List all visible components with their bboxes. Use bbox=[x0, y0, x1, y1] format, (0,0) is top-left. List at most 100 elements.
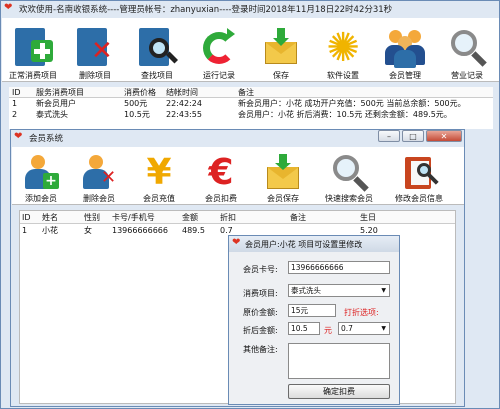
discount-select-value: 0.7 bbox=[341, 324, 353, 333]
add-icon bbox=[11, 26, 55, 70]
col-amount-header: 金额 bbox=[182, 212, 198, 222]
member-window-controls: – □ ✕ bbox=[378, 130, 462, 142]
toolbar-member-save-button[interactable]: 会员保存 bbox=[252, 147, 314, 204]
toolbar-save-button[interactable]: 保存 bbox=[250, 18, 312, 81]
save-mail-icon bbox=[263, 153, 303, 193]
cell-discount: 0.7 bbox=[220, 226, 233, 235]
discounted-amount-field[interactable]: 10.5 bbox=[288, 322, 320, 335]
deduct-dialog: ❤ 会员用户:小花 项目可设置里修改 会员卡号: 13966666666 消费项… bbox=[228, 235, 400, 405]
main-title: 欢欢使用-名南收银系统----管理员帐号：zhanyuxian----登录时间2… bbox=[19, 5, 393, 15]
notes-textarea[interactable] bbox=[288, 343, 390, 379]
table-header: ID 姓名 性别 卡号/手机号 金额 折扣 备注 生日 bbox=[20, 211, 455, 224]
notes-label: 其他备注: bbox=[243, 345, 278, 354]
toolbar-label: 快速搜索会员 bbox=[325, 194, 373, 203]
col-time-header: 结帐时间 bbox=[166, 87, 198, 97]
toolbar-label: 会员充值 bbox=[143, 194, 175, 203]
cell-amount: 489.5 bbox=[182, 226, 205, 235]
cell-item: 新会员用户 bbox=[36, 99, 76, 108]
member-title: 会员系统 bbox=[29, 134, 64, 144]
cell-time: 22:42:24 bbox=[166, 99, 202, 108]
col-name-header: 姓名 bbox=[42, 212, 58, 222]
yen-icon: ¥ bbox=[146, 152, 172, 193]
cell-time: 22:43:55 bbox=[166, 110, 202, 119]
toolbar-settings-button[interactable]: ✺ 软件设置 bbox=[312, 18, 374, 81]
item-select[interactable]: 泰式洗头 ▼ bbox=[288, 284, 390, 297]
main-titlebar: ❤ 欢欢使用-名南收银系统----管理员帐号：zhanyuxian----登录时… bbox=[1, 1, 499, 17]
toolbar-label: 会员管理 bbox=[389, 71, 421, 80]
toolbar-member-deduct-button[interactable]: € 会员扣费 bbox=[190, 147, 252, 204]
search-icon bbox=[329, 153, 369, 193]
refresh-icon bbox=[197, 26, 241, 70]
main-toolbar: 正常消费项目 ✕ 删除项目 查找项目 运行记录 保存 ✺ 软件设置 会员管理 营… bbox=[2, 18, 499, 82]
magnifier-icon bbox=[445, 26, 489, 70]
toolbar-edit-member-button[interactable]: 修改会员信息 bbox=[384, 147, 454, 204]
toolbar-add-item-button[interactable]: 正常消费项目 bbox=[2, 18, 64, 81]
card-label: 会员卡号: bbox=[243, 265, 278, 274]
cell-notes: 会员用户：小花 折后消费：10.5元 还剩余金额：489.5元。 bbox=[238, 110, 452, 119]
toolbar-run-log-button[interactable]: 运行记录 bbox=[188, 18, 250, 81]
toolbar-label: 删除项目 bbox=[79, 71, 111, 80]
app-heart-icon: ❤ bbox=[4, 2, 13, 13]
col-discount-header: 折扣 bbox=[220, 212, 236, 222]
gear-icon: ✺ bbox=[326, 25, 360, 71]
table-row[interactable]: 1 新会员用户 500元 22:42:24 新会员用户：小花 成功开户充值：50… bbox=[9, 98, 493, 109]
col-gender-header: 性别 bbox=[84, 212, 100, 222]
cell-name: 小花 bbox=[42, 226, 58, 235]
delete-icon: ✕ bbox=[73, 26, 117, 70]
members-icon bbox=[383, 26, 427, 70]
toolbar-label: 修改会员信息 bbox=[395, 194, 443, 203]
add-member-icon: + bbox=[21, 153, 61, 193]
col-id-header: ID bbox=[22, 212, 31, 222]
cell-notes: 新会员用户：小花 成功开户充值：500元 当前总余额：500元。 bbox=[238, 99, 466, 108]
card-number-field[interactable]: 13966666666 bbox=[288, 261, 390, 274]
toolbar-delete-item-button[interactable]: ✕ 删除项目 bbox=[64, 18, 126, 81]
toolbar-members-button[interactable]: 会员管理 bbox=[374, 18, 436, 81]
toolbar-quick-search-button[interactable]: 快速搜索会员 bbox=[314, 147, 384, 204]
col-card-header: 卡号/手机号 bbox=[112, 212, 155, 222]
toolbar-label: 营业记录 bbox=[451, 71, 483, 80]
toolbar-delete-member-button[interactable]: ✕ 删除会员 bbox=[70, 147, 128, 204]
delete-member-icon: ✕ bbox=[79, 153, 119, 193]
toolbar-add-member-button[interactable]: + 添加会员 bbox=[12, 147, 70, 204]
save-mail-icon bbox=[259, 26, 303, 70]
cell-birthday: 5.20 bbox=[360, 226, 378, 235]
toolbar-label: 删除会员 bbox=[83, 194, 115, 203]
col-notes-header: 备注 bbox=[238, 87, 254, 97]
discount-option-label: 打折选项: bbox=[344, 308, 379, 317]
toolbar-label: 正常消费项目 bbox=[9, 71, 57, 80]
cell-id: 2 bbox=[12, 110, 18, 119]
table-row[interactable]: 2 泰式洗头 10.5元 22:43:55 会员用户：小花 折后消费：10.5元… bbox=[9, 109, 493, 120]
col-item-header: 服务消费项目 bbox=[36, 87, 84, 97]
toolbar-find-item-button[interactable]: 查找项目 bbox=[126, 18, 188, 81]
col-birthday-header: 生日 bbox=[360, 212, 376, 222]
search-icon bbox=[135, 26, 179, 70]
toolbar-label: 会员保存 bbox=[267, 194, 299, 203]
dialog-titlebar: ❤ 会员用户:小花 项目可设置里修改 bbox=[229, 236, 399, 252]
original-price-field[interactable]: 15元 bbox=[288, 304, 336, 317]
toolbar-business-log-button[interactable]: 营业记录 bbox=[436, 18, 498, 81]
toolbar-label: 软件设置 bbox=[327, 71, 359, 80]
price-label: 原价金额: bbox=[243, 308, 278, 317]
app-heart-icon: ❤ bbox=[232, 237, 241, 248]
col-id-header: ID bbox=[12, 87, 21, 97]
dialog-title: 会员用户:小花 项目可设置里修改 bbox=[245, 239, 363, 249]
item-label: 消费项目: bbox=[243, 289, 278, 298]
toolbar-label: 查找项目 bbox=[141, 71, 173, 80]
confirm-deduct-button[interactable]: 确定扣费 bbox=[288, 384, 390, 399]
discount-select[interactable]: 0.7 ▼ bbox=[338, 322, 390, 335]
toolbar-label: 添加会员 bbox=[25, 194, 57, 203]
cell-id: 1 bbox=[12, 99, 18, 108]
table-header: ID 服务消费项目 消费价格 结帐时间 备注 bbox=[9, 87, 493, 98]
chevron-down-icon: ▼ bbox=[381, 325, 386, 332]
maximize-button[interactable]: □ bbox=[402, 130, 424, 142]
toolbar-member-recharge-button[interactable]: ¥ 会员充值 bbox=[128, 147, 190, 204]
member-toolbar: + 添加会员 ✕ 删除会员 ¥ 会员充值 € 会员扣费 会员保存 快速搜索会员 … bbox=[12, 147, 464, 205]
close-button[interactable]: ✕ bbox=[426, 130, 462, 142]
yuan-label: 元 bbox=[324, 326, 332, 335]
minimize-button[interactable]: – bbox=[378, 130, 400, 142]
main-transactions-table: ID 服务消费项目 消费价格 结帐时间 备注 1 新会员用户 500元 22:4… bbox=[9, 87, 493, 129]
col-notes-header: 备注 bbox=[290, 212, 306, 222]
app-heart-icon: ❤ bbox=[14, 131, 23, 142]
cell-price: 500元 bbox=[124, 99, 148, 108]
member-titlebar: ❤ 会员系统 – □ ✕ bbox=[11, 130, 464, 146]
